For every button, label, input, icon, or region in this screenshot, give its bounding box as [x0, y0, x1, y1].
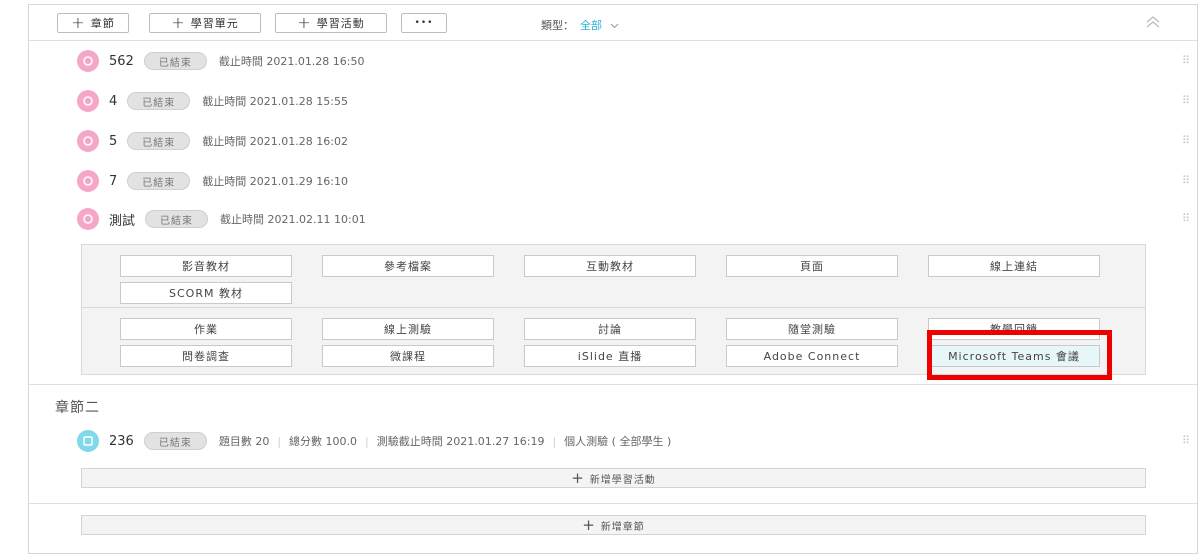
chapter-title: 章節二	[55, 400, 100, 416]
activity-row[interactable]: 測試 已結束 截止時間 2021.02.11 10:01	[77, 207, 366, 231]
survey-icon	[77, 130, 99, 152]
activity-row[interactable]: 7 已結束 截止時間 2021.01.29 16:10	[77, 169, 348, 193]
plus-icon: +	[71, 13, 86, 32]
plus-icon: +	[582, 515, 596, 534]
survey-icon	[77, 208, 99, 230]
survey-icon	[77, 50, 99, 72]
type-filter[interactable]: 類型： 全部	[541, 17, 619, 33]
add-page-button[interactable]: 頁面	[726, 255, 898, 277]
add-chapter-button[interactable]: + 章節	[57, 13, 129, 33]
chapter-divider	[29, 384, 1197, 385]
collapse-up-icon[interactable]	[1143, 12, 1163, 32]
add-activity-button[interactable]: + 學習活動	[275, 13, 387, 33]
drag-handle-icon[interactable]: ⠿	[1181, 434, 1191, 448]
toolbar: + 章節 + 學習單元 + 學習活動 ••• 類型： 全部	[29, 5, 1197, 41]
status-badge: 已結束	[127, 132, 191, 150]
add-scorm-material-button[interactable]: SCORM 教材	[120, 282, 292, 304]
add-online-link-button[interactable]: 線上連結	[928, 255, 1100, 277]
activity-row[interactable]: 4 已結束 截止時間 2021.01.28 15:55	[77, 89, 348, 113]
highlight-box	[927, 330, 1112, 380]
add-reference-file-button[interactable]: 參考檔案	[322, 255, 494, 277]
activity-row[interactable]: 5 已結束 截止時間 2021.01.28 16:02	[77, 129, 348, 153]
status-badge: 已結束	[145, 210, 209, 228]
add-questionnaire-button[interactable]: 問卷調查	[120, 345, 292, 367]
drag-handle-icon[interactable]: ⠿	[1181, 174, 1191, 188]
panel-divider	[82, 307, 1145, 308]
add-discussion-button[interactable]: 討論	[524, 318, 696, 340]
drag-handle-icon[interactable]: ⠿	[1181, 212, 1191, 226]
add-micro-course-button[interactable]: 微課程	[322, 345, 494, 367]
add-unit-button[interactable]: + 學習單元	[149, 13, 261, 33]
status-badge: 已結束	[127, 92, 191, 110]
add-adobe-connect-button[interactable]: Adobe Connect	[726, 345, 898, 367]
status-badge: 已結束	[143, 52, 207, 70]
drag-handle-icon[interactable]: ⠿	[1181, 94, 1191, 108]
plus-icon: +	[297, 13, 312, 32]
activity-row[interactable]: 562 已結束 截止時間 2021.01.28 16:50	[77, 49, 365, 73]
plus-icon: +	[571, 468, 585, 487]
section-divider	[29, 503, 1197, 504]
status-badge: 已結束	[143, 432, 207, 450]
add-video-material-button[interactable]: 影音教材	[120, 255, 292, 277]
course-content-panel: + 章節 + 學習單元 + 學習活動 ••• 類型： 全部 562 已結束 截止時間 2…	[28, 4, 1198, 554]
chevron-down-icon	[610, 23, 618, 29]
status-badge: 已結束	[127, 172, 191, 190]
add-islide-live-button[interactable]: iSlide 直播	[524, 345, 696, 367]
add-chapter-bar[interactable]: + 新增章節	[81, 515, 1146, 535]
survey-icon	[77, 170, 99, 192]
quiz-icon	[77, 430, 99, 452]
survey-icon	[77, 90, 99, 112]
drag-handle-icon[interactable]: ⠿	[1181, 134, 1191, 148]
drag-handle-icon[interactable]: ⠿	[1181, 54, 1191, 68]
add-in-class-quiz-button[interactable]: 隨堂測驗	[726, 318, 898, 340]
plus-icon: +	[171, 13, 186, 32]
add-learning-activity-bar[interactable]: + 新增學習活動	[81, 468, 1146, 488]
add-interactive-material-button[interactable]: 互動教材	[524, 255, 696, 277]
more-button[interactable]: •••	[401, 13, 447, 33]
add-online-quiz-button[interactable]: 線上測驗	[322, 318, 494, 340]
activity-row[interactable]: 236 已結束 題目數 20 | 總分數 100.0 | 測驗截止時間 2021…	[77, 429, 671, 453]
add-assignment-button[interactable]: 作業	[120, 318, 292, 340]
